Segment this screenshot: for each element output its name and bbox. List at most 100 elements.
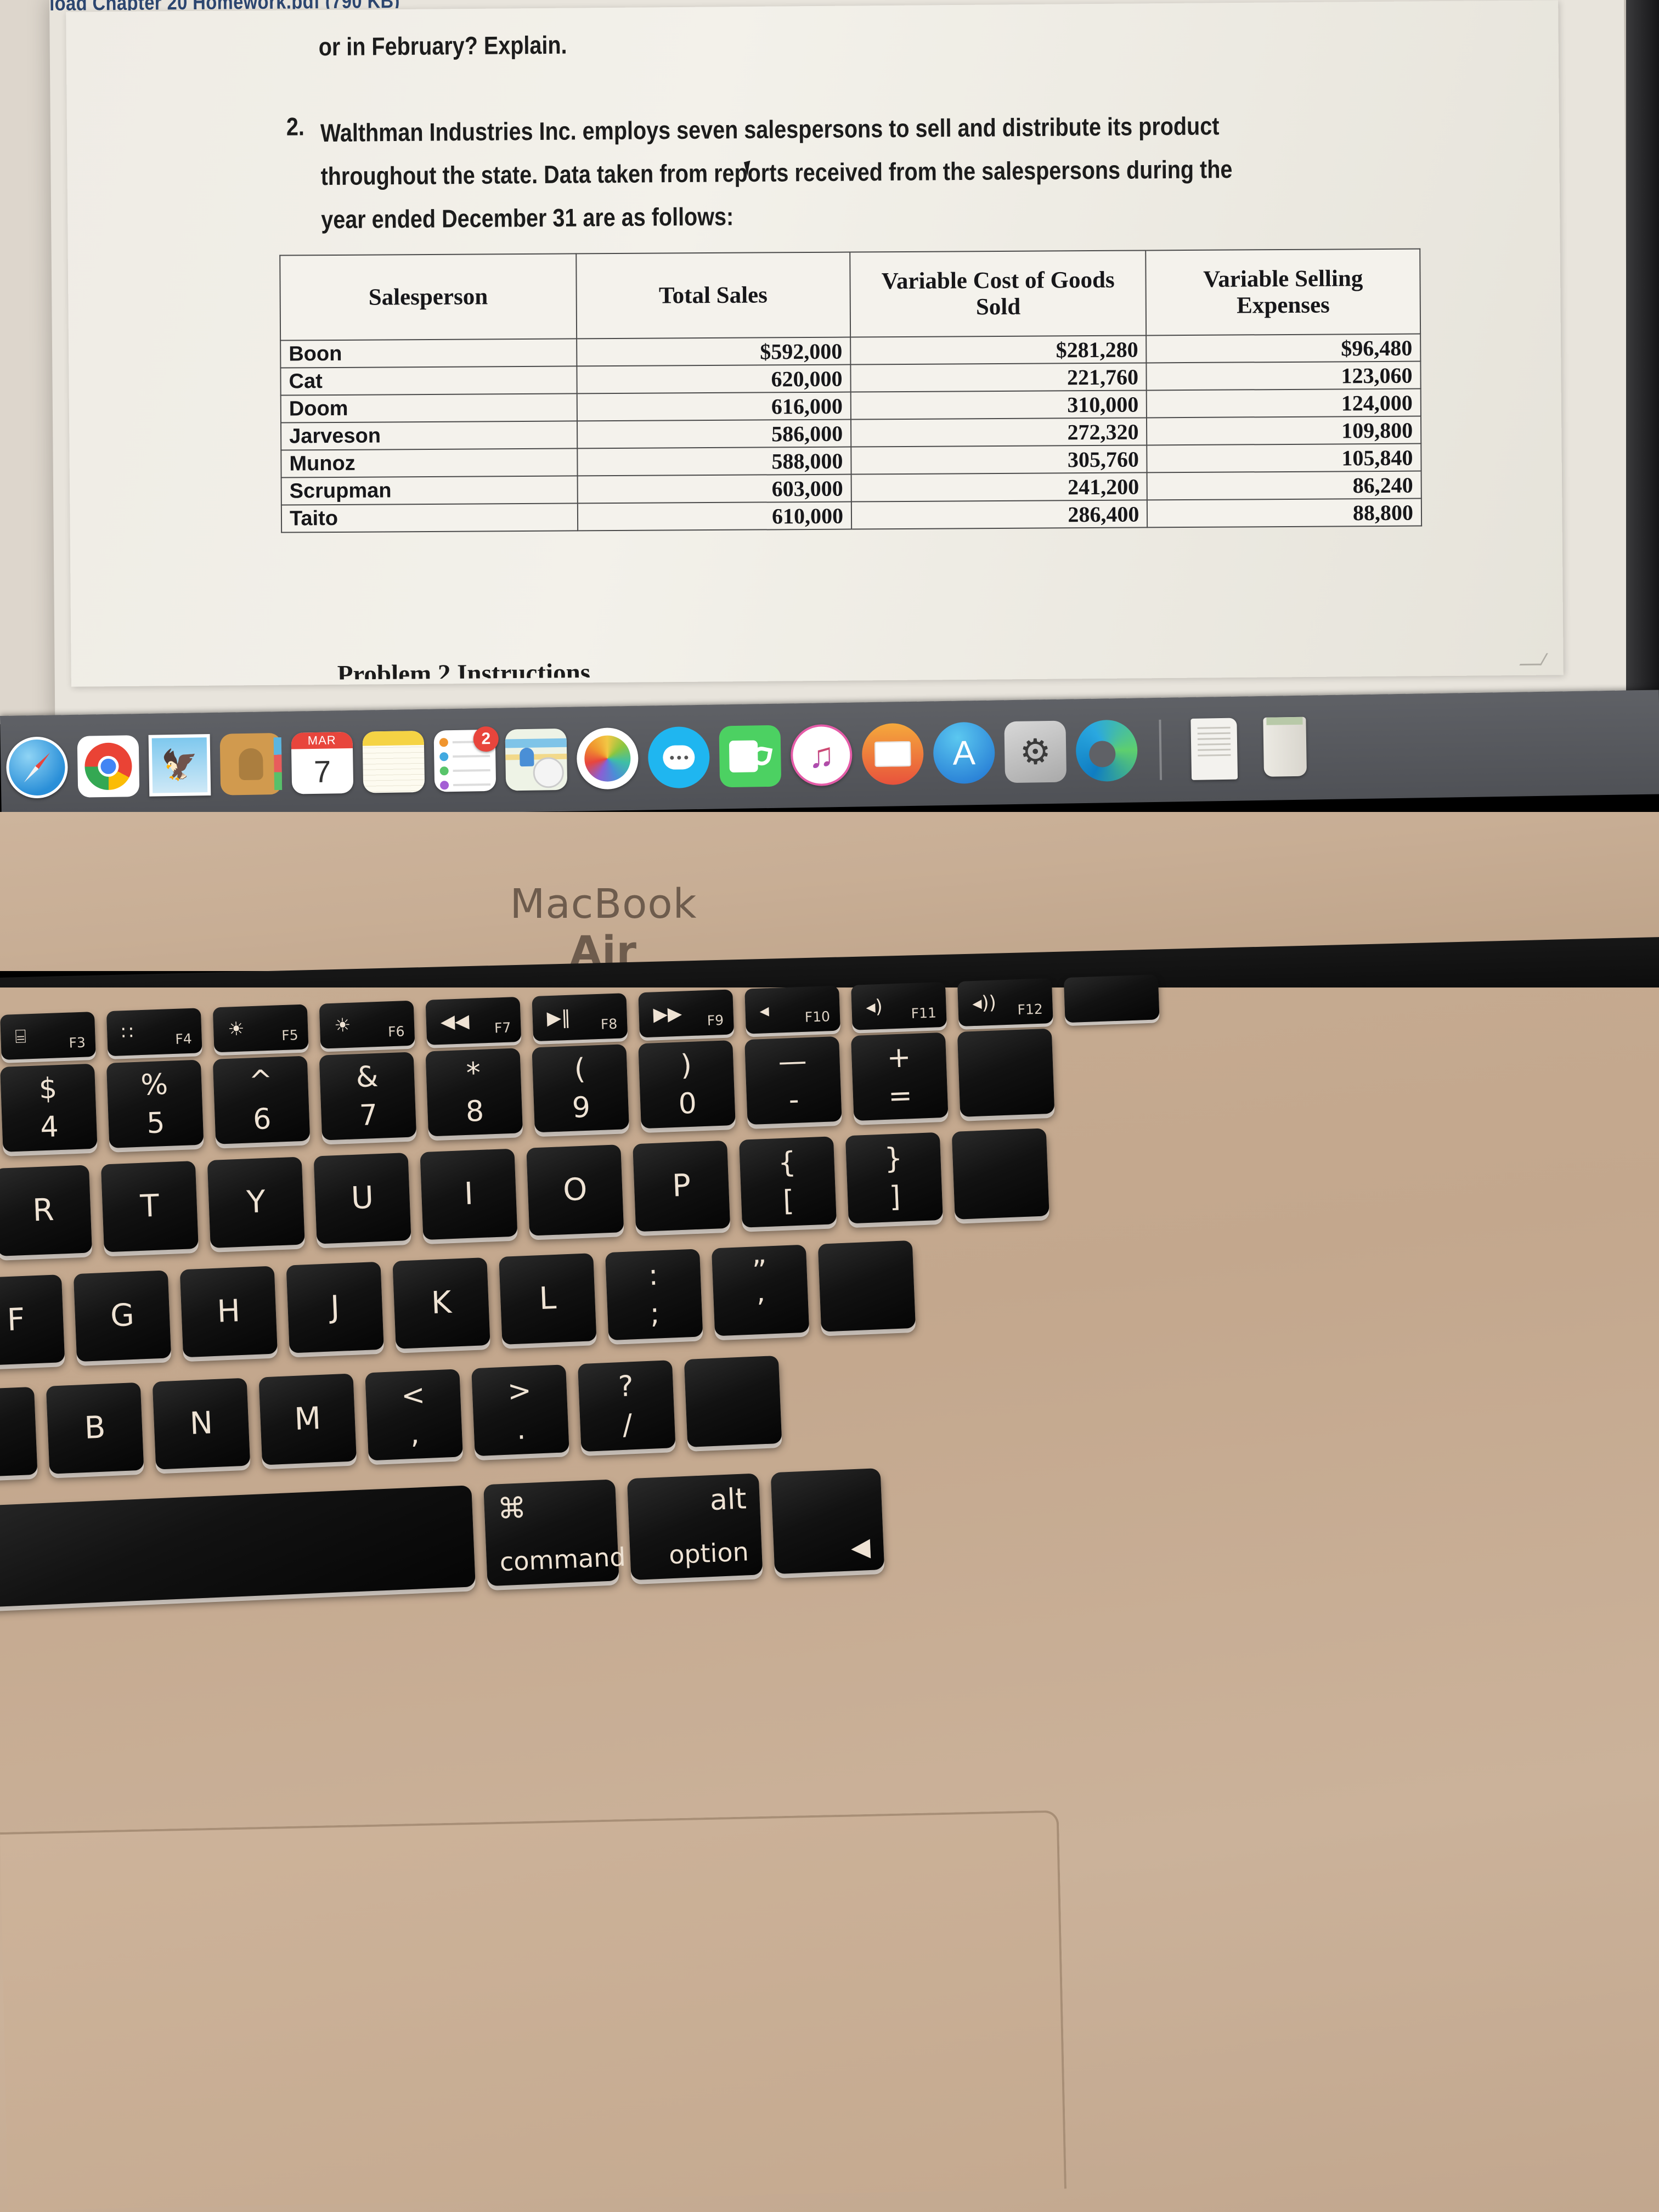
key-label: O <box>562 1171 588 1208</box>
document-icon[interactable] <box>1183 718 1245 780</box>
arrow-key[interactable]: ◀ <box>770 1468 885 1575</box>
letter-key[interactable]: T <box>100 1160 199 1252</box>
question-2-block: 2. Walthman Industries Inc. employs seve… <box>286 103 1417 234</box>
number-row-key[interactable]: * 8 <box>425 1048 523 1137</box>
key-shift-label: ^ <box>248 1064 274 1098</box>
key-label: G <box>109 1297 135 1334</box>
function-key-f9[interactable]: ▶▶ F9 <box>638 989 735 1038</box>
key-base-label: = <box>888 1079 913 1113</box>
command-key[interactable]: ⌘ command <box>483 1479 627 1587</box>
function-key-f4[interactable]: ∷ F4 <box>106 1008 202 1057</box>
laptop-keyboard[interactable]: ⌸ F3 ∷ F4 ☀ F5 ☀ F6 ◀◀ F7 ▶‖ F8 ▶▶ F9 ◂ F10 ◂) F11 ◂)) F12 … <box>0 974 1659 1810</box>
mail-icon[interactable]: 🦅 <box>148 733 211 797</box>
calendar-icon[interactable]: MAR 7 <box>291 731 354 794</box>
number-row-key[interactable]: (9 <box>532 1044 629 1133</box>
function-key-name: F11 <box>911 1005 937 1022</box>
letter-key[interactable]: <, <box>365 1369 463 1461</box>
function-key-glyph-icon: ◂)) <box>972 991 997 1015</box>
contacts-icon[interactable] <box>219 732 283 795</box>
function-key-name: F5 <box>281 1027 299 1044</box>
letter-key[interactable]: }] <box>845 1132 943 1224</box>
letter-key[interactable]: B <box>46 1382 144 1474</box>
letter-key[interactable]: K <box>392 1257 490 1349</box>
table-cell: Doom <box>280 393 577 423</box>
page-corner-curl-icon <box>1519 653 1548 665</box>
letter-key[interactable]: G <box>73 1270 172 1362</box>
letter-key[interactable]: O <box>526 1144 624 1236</box>
letter-key[interactable]: F <box>0 1274 65 1366</box>
letter-key[interactable]: H <box>179 1266 278 1358</box>
table-cell: 610,000 <box>577 501 852 531</box>
facetime-icon[interactable] <box>719 725 782 788</box>
number-row-key[interactable]: — - <box>744 1036 842 1125</box>
key-shift-label: $ <box>38 1071 58 1105</box>
pdf-viewer-window[interactable]: load Chapter 20 Homework.pdf (790 KB) or… <box>49 0 1630 724</box>
itunes-icon[interactable]: ♫ <box>790 724 853 787</box>
letter-key[interactable]: ? / <box>577 1360 676 1452</box>
number-row-key[interactable]: $4 <box>0 1063 98 1152</box>
letter-key[interactable]: M <box>258 1373 357 1465</box>
number-row-key[interactable]: & 7 <box>319 1052 417 1141</box>
key-label: U <box>350 1180 375 1216</box>
letter-key[interactable]: :; <box>605 1249 703 1341</box>
letter-key[interactable]: L <box>499 1253 597 1345</box>
letter-key[interactable]: Y <box>207 1156 305 1248</box>
laptop-screen: load Chapter 20 Homework.pdf (790 KB) or… <box>0 0 1659 724</box>
function-key-f6[interactable]: ☀ F6 <box>319 1000 415 1049</box>
function-key-f8[interactable]: ▶‖ F8 <box>532 993 628 1042</box>
chrome-icon[interactable] <box>77 735 140 798</box>
letter-key[interactable]: ”’ <box>711 1244 810 1336</box>
messages-icon[interactable] <box>647 726 710 789</box>
maps-icon[interactable] <box>505 728 568 791</box>
letter-key[interactable]: >. <box>471 1364 569 1457</box>
option-key[interactable]: alt option <box>627 1473 763 1581</box>
number-row-key[interactable]: % 5 <box>106 1059 204 1148</box>
photos-icon[interactable] <box>576 727 639 790</box>
function-key-f12[interactable]: ◂)) F12 <box>957 978 1053 1027</box>
notes-icon[interactable] <box>362 730 425 793</box>
key-shift-label: ” <box>751 1254 768 1288</box>
system-preferences-icon[interactable]: ⚙ <box>1004 720 1067 783</box>
function-key-f10[interactable]: ◂ F10 <box>744 985 840 1034</box>
column-header-variable-selling: Variable Selling Expenses <box>1146 249 1421 336</box>
function-key-f7[interactable]: ◀◀ F7 <box>425 996 522 1045</box>
number-row-key[interactable]: ^ 6 <box>212 1056 311 1144</box>
number-row-key[interactable]: ) 0 <box>638 1040 736 1129</box>
trash-icon[interactable] <box>1254 716 1317 779</box>
function-key-f5[interactable]: ☀ F5 <box>212 1004 309 1053</box>
letter-key[interactable]: I <box>420 1148 518 1240</box>
key-base-label: ; <box>649 1297 661 1331</box>
safari-icon[interactable] <box>5 736 69 799</box>
letter-key[interactable] <box>817 1240 916 1332</box>
letter-key[interactable]: R <box>0 1165 93 1256</box>
column-header-salesperson: Salesperson <box>280 253 577 341</box>
letter-key[interactable]: {[ <box>738 1136 837 1228</box>
letter-key[interactable]: U <box>313 1153 411 1244</box>
function-key-f11[interactable]: ◂) F11 <box>851 981 947 1030</box>
reminders-icon[interactable]: 2 <box>433 726 499 792</box>
function-key-power[interactable] <box>1063 974 1160 1023</box>
key-base-label: 7 <box>359 1098 379 1132</box>
number-row-key[interactable]: + = <box>850 1032 949 1121</box>
question-2-paragraph: Walthman Industries Inc. employs seven s… <box>320 111 1233 234</box>
letter-key[interactable]: J <box>286 1261 384 1353</box>
letter-key[interactable]: P <box>633 1140 731 1232</box>
books-icon[interactable] <box>861 723 924 786</box>
function-key-glyph-icon: ◂) <box>865 995 883 1018</box>
letter-key[interactable] <box>684 1355 782 1447</box>
number-row-key[interactable] <box>957 1028 1055 1117</box>
key-shift-label: { <box>777 1146 797 1180</box>
function-key-glyph-icon: ⌸ <box>14 1025 27 1048</box>
trackpad[interactable] <box>0 1810 1067 2211</box>
letter-key[interactable] <box>951 1128 1049 1220</box>
space-key[interactable] <box>0 1485 476 1610</box>
function-key-f3[interactable]: ⌸ F3 <box>0 1011 96 1060</box>
table-cell: Munoz <box>281 448 578 478</box>
key-word-label: ◀ <box>850 1531 871 1562</box>
edge-icon[interactable] <box>1075 719 1138 782</box>
letter-key[interactable]: N <box>152 1378 251 1470</box>
app-store-icon[interactable]: A <box>933 721 996 785</box>
screen-bezel-right <box>1626 0 1659 724</box>
key-shift-label: % <box>140 1068 169 1102</box>
letter-key[interactable]: V <box>0 1386 38 1479</box>
